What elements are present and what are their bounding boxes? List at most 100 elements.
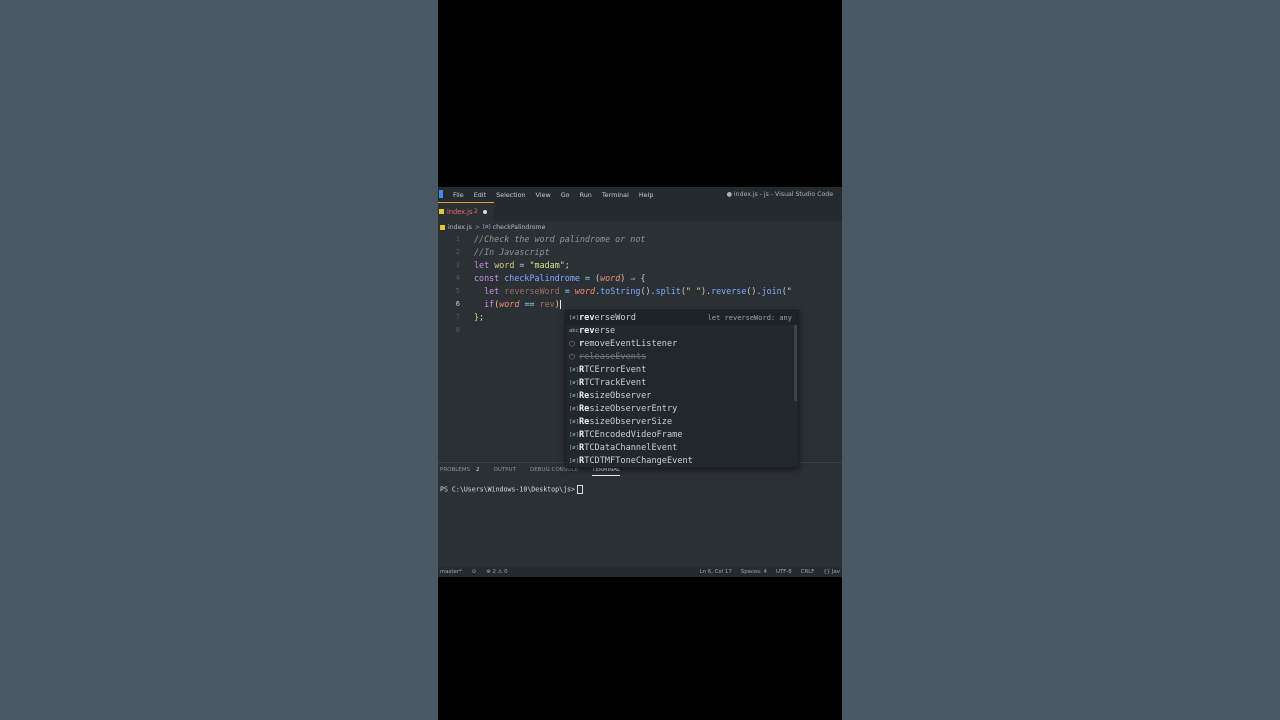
suggestion-label: removeEventListener xyxy=(579,339,678,349)
editor-tab-bar: index.js 2 xyxy=(438,202,842,221)
terminal-cursor xyxy=(576,485,583,494)
menu-view[interactable]: View xyxy=(536,191,551,199)
variable-icon: [ø] xyxy=(569,315,579,321)
suggestion-label: reverse xyxy=(579,326,616,336)
tab-terminal[interactable]: TERMINAL xyxy=(592,467,621,476)
line-number: 6 xyxy=(455,300,460,308)
suggestion-detail: let reverseWord: any xyxy=(707,314,792,322)
menu-terminal[interactable]: Terminal xyxy=(602,191,629,199)
video-right-margin xyxy=(842,0,1280,720)
chevron-right-icon: > xyxy=(474,223,481,231)
tab-label: index.js xyxy=(447,208,473,216)
problems-status[interactable]: ⊗ 2 ⚠ 0 xyxy=(486,569,507,575)
panel-tabs: PROBLEMS 2 OUTPUT DEBUG CONSOLE TERMINAL xyxy=(440,467,634,476)
suggestion-item[interactable]: [ø] RTCDataChannelEvent xyxy=(566,442,798,455)
line-number: 2 xyxy=(455,248,460,256)
language-mode[interactable]: {} Jav xyxy=(823,569,840,575)
video-left-margin xyxy=(0,0,438,720)
menu-selection[interactable]: Selection xyxy=(496,191,525,199)
line-number: 5 xyxy=(455,287,460,295)
code-text: if(word == rev) xyxy=(484,299,561,309)
variable-icon: [ø] xyxy=(569,406,579,412)
suggestion-item[interactable]: [ø] ResizeObserverEntry xyxy=(566,403,798,416)
menu-bar: File Edit Selection View Go Run Terminal… xyxy=(453,191,663,199)
variable-icon: [ø] xyxy=(569,380,579,386)
indentation[interactable]: Spaces: 4 xyxy=(741,569,767,575)
suggestion-label: RTCErrorEvent xyxy=(579,365,647,375)
breadcrumb-symbol[interactable]: checkPalindrome xyxy=(493,224,546,231)
variable-icon: [ø] xyxy=(569,432,579,438)
javascript-file-icon xyxy=(440,224,445,230)
suggestion-label: ResizeObserverEntry xyxy=(579,404,678,414)
title-bar: File Edit Selection View Go Run Terminal… xyxy=(438,187,842,202)
cursor-position[interactable]: Ln 6, Col 17 xyxy=(700,569,732,575)
problems-badge: 2 xyxy=(476,467,480,473)
suggestion-item[interactable]: [ø] RTCErrorEvent xyxy=(566,364,798,377)
code-text: }; xyxy=(474,312,485,322)
line-number: 3 xyxy=(455,261,460,269)
line-number: 4 xyxy=(455,274,460,282)
line-number: 7 xyxy=(455,313,460,321)
line-number: 1 xyxy=(455,235,460,243)
code-line: 3 let word = "madam"; xyxy=(438,260,842,273)
suggestion-item[interactable]: [ø] ResizeObserverSize xyxy=(566,416,798,429)
code-line: 4 const checkPalindrome = (word) ⇒ { xyxy=(438,273,842,286)
suggestion-label: RTCDTMFToneChangeEvent xyxy=(579,456,693,466)
suggestion-item[interactable]: [ø] RTCDTMFToneChangeEvent xyxy=(566,455,798,467)
menu-go[interactable]: Go xyxy=(561,191,570,199)
suggestion-item[interactable]: [ø] ResizeObserver xyxy=(566,390,798,403)
suggestion-label: RTCEncodedVideoFrame xyxy=(579,430,683,440)
tab-debug-console[interactable]: DEBUG CONSOLE xyxy=(530,467,578,476)
tab-output[interactable]: OUTPUT xyxy=(494,467,516,476)
suggestion-label: RTCDataChannelEvent xyxy=(579,443,678,453)
suggestion-item[interactable]: ⬡ removeEventListener xyxy=(566,338,798,351)
code-text: //In Javascript xyxy=(474,247,550,257)
unsaved-dot-icon[interactable] xyxy=(483,210,487,214)
git-branch[interactable]: master* xyxy=(440,569,462,575)
vscode-logo-icon xyxy=(439,190,443,198)
tab-problems[interactable]: PROBLEMS 2 xyxy=(440,467,480,476)
code-text: const checkPalindrome = (word) ⇒ { xyxy=(474,273,646,283)
line-ending[interactable]: CRLF xyxy=(801,569,815,575)
menu-help[interactable]: Help xyxy=(639,191,654,199)
text-cursor xyxy=(559,300,561,309)
variable-symbol-icon: [ø] xyxy=(483,224,491,230)
line-number: 8 xyxy=(455,326,460,334)
suggestion-item[interactable]: abc reverse xyxy=(566,325,798,338)
suggestion-item[interactable]: [ø] RTCTrackEvent xyxy=(566,377,798,390)
terminal-line[interactable]: PS C:\Users\Windows-10\Desktop\js> xyxy=(440,485,583,494)
tab-index-js[interactable]: index.js 2 xyxy=(438,202,494,221)
variable-icon: [ø] xyxy=(569,445,579,451)
suggestion-label: RTCTrackEvent xyxy=(579,378,647,388)
breadcrumb-file[interactable]: index.js xyxy=(448,224,472,231)
menu-edit[interactable]: Edit xyxy=(474,191,486,199)
suggestion-label: reverseWord xyxy=(579,313,636,323)
javascript-file-icon xyxy=(439,209,444,214)
suggestion-label: releaseEvents xyxy=(579,352,647,362)
code-line: 2 //In Javascript xyxy=(438,247,842,260)
code-text: let reverseWord = word.toString().split(… xyxy=(484,286,792,296)
variable-icon: [ø] xyxy=(569,367,579,373)
method-icon: ⬡ xyxy=(569,340,576,348)
encoding[interactable]: UTF-8 xyxy=(776,569,792,575)
suggestion-label: ResizeObserver xyxy=(579,391,652,401)
code-line: 1 //Check the word palindrome or not xyxy=(438,234,842,247)
suggestion-label: ResizeObserverSize xyxy=(579,417,673,427)
variable-icon: [ø] xyxy=(569,393,579,399)
text-icon: abc xyxy=(569,328,579,334)
menu-file[interactable]: File xyxy=(453,191,464,199)
suggestion-item[interactable]: [ø] reverseWord let reverseWord: any xyxy=(566,312,798,325)
menu-run[interactable]: Run xyxy=(580,191,592,199)
suggestion-widget: [ø] reverseWord let reverseWord: any abc rev… xyxy=(565,310,799,468)
code-line: 5 let reverseWord = word.toString().spli… xyxy=(438,286,842,299)
suggestion-item[interactable]: [ø] RTCEncodedVideoFrame xyxy=(566,429,798,442)
status-bar: master* ⊙ ⊗ 2 ⚠ 0 Ln 6, Col 17 Spaces: 4… xyxy=(438,567,842,577)
tab-problem-count: 2 xyxy=(474,208,478,215)
code-text: //Check the word palindrome or not xyxy=(474,234,646,244)
window-title: ● index.js - js - Visual Studio Code xyxy=(726,191,833,198)
breadcrumb: index.js > [ø] checkPalindrome xyxy=(438,222,545,232)
terminal-prompt: PS C:\Users\Windows-10\Desktop\js> xyxy=(440,485,575,494)
variable-icon: [ø] xyxy=(569,419,579,425)
suggestion-item[interactable]: ⬡ releaseEvents xyxy=(566,351,798,364)
sync-icon[interactable]: ⊙ xyxy=(472,569,477,575)
